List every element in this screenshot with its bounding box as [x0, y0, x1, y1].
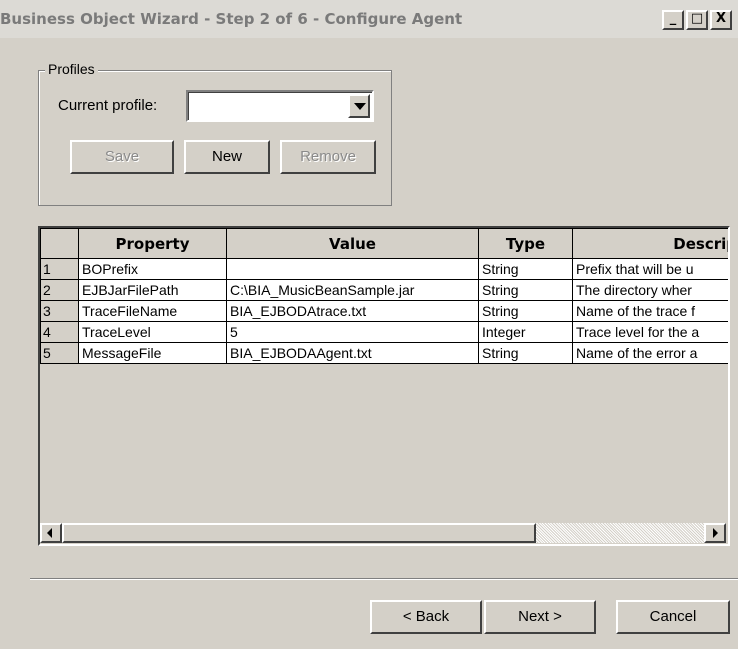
description-cell[interactable]: The directory wher	[572, 279, 728, 301]
column-header-property[interactable]: Property	[78, 228, 227, 259]
type-cell[interactable]: String	[478, 300, 573, 322]
header-corner[interactable]	[40, 228, 79, 259]
chevron-down-icon[interactable]	[348, 94, 370, 118]
description-cell[interactable]: Name of the trace f	[572, 300, 728, 322]
cancel-button[interactable]: Cancel	[616, 600, 730, 634]
property-cell[interactable]: TraceFileName	[78, 300, 227, 322]
description-cell[interactable]: Trace level for the a	[572, 321, 728, 343]
description-cell[interactable]: Name of the error a	[572, 342, 728, 364]
property-cell[interactable]: MessageFile	[78, 342, 227, 364]
table-row[interactable]: 5 MessageFile BIA_EJBODAAgent.txt String…	[40, 342, 728, 364]
new-button[interactable]: New	[184, 140, 270, 174]
wizard-window: Business Object Wizard - Step 2 of 6 - C…	[0, 0, 738, 649]
back-button[interactable]: < Back	[370, 600, 482, 634]
title-bar: Business Object Wizard - Step 2 of 6 - C…	[0, 0, 738, 38]
scrollbar-track[interactable]	[536, 523, 704, 543]
profiles-group-label: Profiles	[45, 61, 98, 77]
agent-properties-grid[interactable]: Property Value Type Descrip 1 BOPrefix S…	[38, 226, 730, 546]
type-cell[interactable]: Integer	[478, 321, 573, 343]
row-number[interactable]: 4	[40, 321, 79, 343]
footer-separator	[30, 578, 738, 580]
next-button[interactable]: Next >	[484, 600, 596, 634]
table-row[interactable]: 4 TraceLevel 5 Integer Trace level for t…	[40, 321, 728, 343]
close-button[interactable]: X	[710, 10, 732, 30]
column-header-type[interactable]: Type	[478, 228, 573, 259]
type-cell[interactable]: String	[478, 279, 573, 301]
properties-table: Property Value Type Descrip 1 BOPrefix S…	[40, 228, 728, 364]
scroll-right-icon[interactable]	[704, 523, 726, 543]
maximize-icon: □	[690, 11, 704, 26]
row-number[interactable]: 5	[40, 342, 79, 364]
window-title: Business Object Wizard - Step 2 of 6 - C…	[0, 10, 463, 28]
close-icon: X	[715, 11, 727, 26]
column-header-description[interactable]: Descrip	[572, 228, 728, 259]
minimize-button[interactable]: _	[662, 10, 684, 30]
type-cell[interactable]: String	[478, 258, 573, 280]
type-cell[interactable]: String	[478, 342, 573, 364]
description-cell[interactable]: Prefix that will be u	[572, 258, 728, 280]
table-row[interactable]: 2 EJBJarFilePath C:\BIA_MusicBeanSample.…	[40, 279, 728, 301]
row-number[interactable]: 2	[40, 279, 79, 301]
row-number[interactable]: 1	[40, 258, 79, 280]
current-profile-select[interactable]	[186, 90, 374, 122]
property-cell[interactable]: TraceLevel	[78, 321, 227, 343]
value-cell[interactable]: BIA_EJBODAtrace.txt	[226, 300, 479, 322]
horizontal-scrollbar[interactable]	[40, 522, 728, 544]
maximize-button[interactable]: □	[686, 10, 708, 30]
save-button[interactable]: Save	[70, 140, 174, 174]
scrollbar-thumb[interactable]	[62, 523, 536, 543]
property-cell[interactable]: EJBJarFilePath	[78, 279, 227, 301]
table-row[interactable]: 3 TraceFileName BIA_EJBODAtrace.txt Stri…	[40, 300, 728, 322]
minimize-icon: _	[669, 11, 677, 26]
remove-button[interactable]: Remove	[280, 140, 376, 174]
row-number[interactable]: 3	[40, 300, 79, 322]
scroll-left-icon[interactable]	[40, 523, 62, 543]
value-cell[interactable]: BIA_EJBODAAgent.txt	[226, 342, 479, 364]
value-cell[interactable]: C:\BIA_MusicBeanSample.jar	[226, 279, 479, 301]
table-row[interactable]: 1 BOPrefix String Prefix that will be u	[40, 258, 728, 280]
column-header-value[interactable]: Value	[226, 228, 479, 259]
value-cell[interactable]	[226, 258, 479, 280]
current-profile-label: Current profile:	[58, 97, 158, 114]
value-cell[interactable]: 5	[226, 321, 479, 343]
property-cell[interactable]: BOPrefix	[78, 258, 227, 280]
